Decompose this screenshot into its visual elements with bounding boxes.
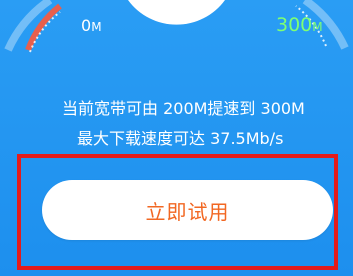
speedup-screen: 0M 300M 当前宽带可由 200M提速到 300M 最大下载速度可达 37.… — [0, 0, 353, 276]
gauge-min-label: 0M — [81, 17, 102, 36]
gauge-min-unit: M — [91, 20, 102, 34]
gauge-max-value: 300 — [276, 14, 313, 36]
try-now-button-label: 立即试用 — [145, 199, 230, 224]
upgrade-info-text: 当前宽带可由 200M提速到 300M — [62, 99, 305, 118]
try-now-button[interactable]: 立即试用 — [42, 180, 333, 240]
gauge-min-value: 0 — [81, 16, 92, 35]
gauge-center-dial — [128, 0, 225, 25]
gauge-max-unit: M — [312, 20, 323, 34]
gauge-max-label: 300M — [276, 15, 323, 37]
max-download-speed-text: 最大下载速度可达 37.5Mb/s — [77, 129, 284, 148]
speed-gauge: 0M 300M — [0, 0, 353, 60]
